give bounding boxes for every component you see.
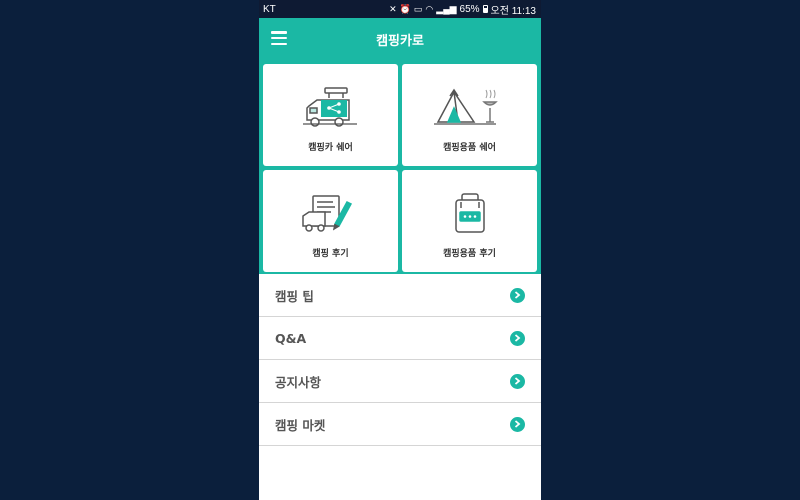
camper-share-icon — [299, 80, 363, 136]
tile-label: 캠핑 후기 — [312, 249, 349, 259]
chevron-right-icon — [510, 373, 525, 389]
backpack-review-icon — [450, 186, 490, 242]
clock: 오전 11:13 — [490, 5, 536, 17]
carrier-name: KT — [263, 3, 276, 15]
battery-percent: 65% — [459, 3, 480, 15]
nfc-icon: ▭ — [413, 3, 423, 14]
list-item-label: 캠핑 마켓 — [275, 417, 326, 433]
tile-gear-review[interactable]: 캠핑용품 후기 — [402, 170, 537, 272]
tent-grill-icon — [433, 80, 506, 136]
menu-list: 캠핑 팁 Q&A 공지사항 캠핑 마켓 — [259, 274, 541, 446]
status-bar: KT ✕ ⏰ ▭ ◠ ▂▄▆ 65% 오전 11:13 — [259, 0, 541, 18]
chevron-right-icon — [510, 287, 525, 303]
tile-label: 캠핑카 쉐어 — [308, 143, 353, 153]
app-title: 캠핑카로 — [376, 33, 424, 49]
tile-gear-share[interactable]: 캠핑용품 쉐어 — [402, 64, 537, 166]
tile-label: 캠핑용품 후기 — [443, 249, 496, 259]
wifi-icon: ◠ — [425, 3, 434, 14]
tile-camping-review[interactable]: 캠핑 후기 — [263, 170, 398, 272]
list-item-label: 캠핑 팁 — [275, 288, 314, 304]
signal-icon: ▂▄▆ — [436, 3, 457, 14]
phone-screen: KT ✕ ⏰ ▭ ◠ ▂▄▆ 65% 오전 11:13 캠핑카로 캠핑카 쉐어 … — [259, 0, 541, 500]
chevron-right-icon — [510, 330, 525, 346]
battery-icon — [482, 5, 488, 13]
camper-review-icon — [301, 186, 361, 242]
alarm-icon: ⏰ — [399, 3, 411, 14]
category-grid: 캠핑카 쉐어 캠핑용품 쉐어 캠핑 후기 캠핑용품 후기 — [259, 60, 541, 274]
list-item-label: 공지사항 — [275, 374, 322, 390]
chevron-right-icon — [510, 416, 525, 432]
tile-camper-share[interactable]: 캠핑카 쉐어 — [263, 64, 398, 166]
list-item-qna[interactable]: Q&A — [259, 317, 541, 360]
list-item-camping-tips[interactable]: 캠핑 팁 — [259, 274, 541, 317]
list-item-label: Q&A — [275, 330, 307, 346]
mute-icon: ✕ — [389, 3, 397, 14]
list-item-camping-market[interactable]: 캠핑 마켓 — [259, 403, 541, 446]
tile-label: 캠핑용품 쉐어 — [443, 143, 496, 153]
app-bar: 캠핑카로 — [259, 18, 541, 60]
list-item-notices[interactable]: 공지사항 — [259, 360, 541, 403]
hamburger-menu-icon[interactable] — [271, 31, 287, 45]
